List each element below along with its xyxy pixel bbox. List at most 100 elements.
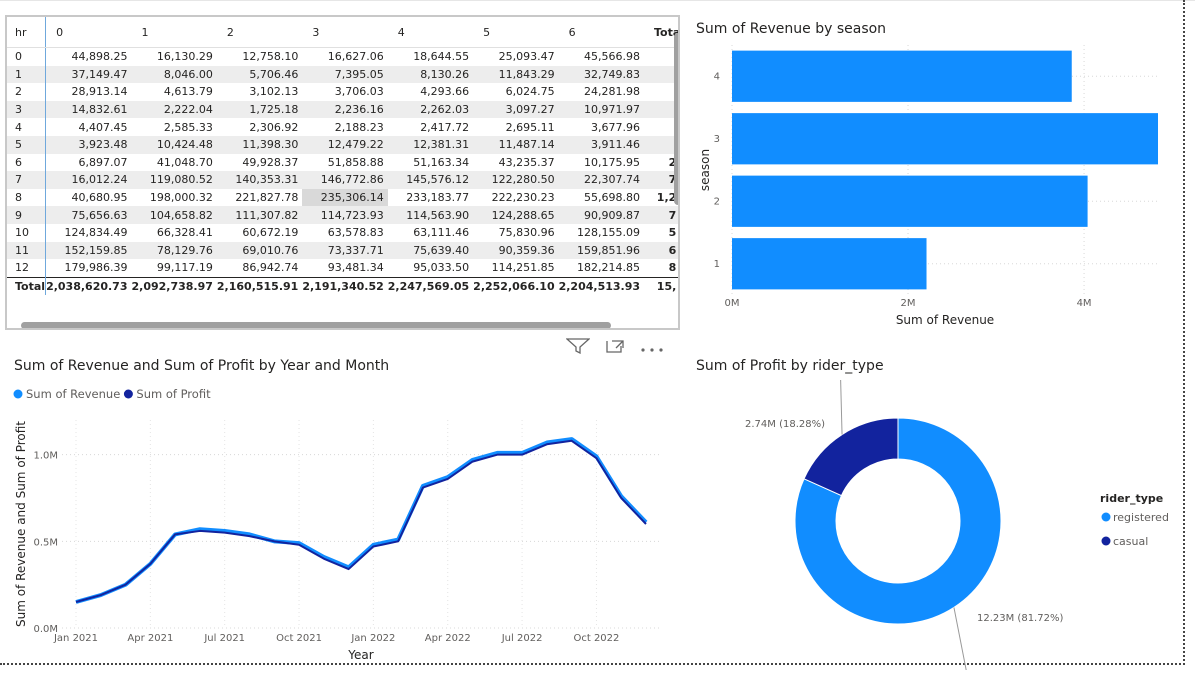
matrix-cell[interactable]: 11,487.14: [473, 135, 559, 154]
matrix-cell[interactable]: 41,048.70: [131, 154, 216, 172]
matrix-cell[interactable]: 3,097.27: [473, 100, 559, 119]
matrix-cell[interactable]: 4,613.79: [131, 83, 216, 101]
matrix-row[interactable]: 0 44,898.25 16,130.29 12,758.10 16,627.06 18,…: [7, 47, 678, 66]
matrix-cell[interactable]: 2,222.04: [131, 100, 217, 119]
matrix-cell[interactable]: 49,928.37: [217, 154, 302, 172]
matrix-cell[interactable]: 7,395.05: [302, 65, 388, 84]
matrix-cell[interactable]: 75,639.40: [387, 241, 474, 260]
matrix-cell[interactable]: 2,188.23: [302, 118, 387, 136]
matrix-cell[interactable]: 5,706.46: [216, 65, 303, 84]
matrix-cell[interactable]: 182,214.85: [559, 259, 644, 277]
line-series-profit[interactable]: [75, 439, 647, 603]
matrix-cell[interactable]: 95,033.50: [388, 259, 473, 277]
revenue-by-season-bar-chart[interactable]: 4 3 2 1 0M 2M 4M Sum of Revenue season: [690, 40, 1170, 340]
line-legend-label[interactable]: Sum of Revenue: [26, 387, 120, 401]
matrix-cell[interactable]: 51,163.34: [388, 154, 473, 172]
matrix-cell[interactable]: 44,898.25: [46, 48, 132, 66]
matrix-row[interactable]: 8 40,680.95 198,000.32 221,827.78 235,306.14…: [7, 188, 678, 207]
matrix-cell[interactable]: 86,942.74: [217, 259, 302, 277]
matrix-cell[interactable]: 3,677.96: [559, 118, 644, 136]
matrix-cell[interactable]: 32,749.83: [558, 65, 645, 84]
matrix-cell[interactable]: 90,909.87: [558, 206, 645, 224]
matrix-cell[interactable]: 45,566.98: [559, 48, 644, 66]
matrix-cell[interactable]: 122,280.50: [473, 171, 559, 189]
matrix-cell[interactable]: 63,111.46: [388, 224, 473, 242]
matrix-cell[interactable]: 146,772.86: [302, 171, 388, 189]
matrix-column-header[interactable]: 6: [558, 17, 645, 48]
matrix-row[interactable]: 3 14,832.61 2,222.04 1,725.18 2,236.16 2,262.…: [7, 100, 678, 119]
matrix-cell[interactable]: 10,424.48: [131, 135, 217, 154]
matrix-cell[interactable]: 124,834.49: [46, 224, 132, 242]
matrix-cell[interactable]: 235,306.14: [302, 188, 388, 207]
matrix-row[interactable]: 7 16,012.24 119,080.52 140,353.31 146,772.86…: [7, 171, 678, 189]
matrix-cell[interactable]: 60,672.19: [217, 224, 302, 242]
matrix-cell[interactable]: 16,012.24: [45, 171, 132, 189]
matrix-cell[interactable]: 3,911.46: [558, 135, 645, 154]
matrix-cell[interactable]: 75,830.96: [473, 224, 558, 242]
matrix-horizontal-scrollbar[interactable]: [21, 322, 611, 328]
matrix-row[interactable]: 2 28,913.14 4,613.79 3,102.13 3,706.03 4,293.…: [7, 83, 678, 101]
matrix-cell[interactable]: 114,723.93: [302, 206, 388, 224]
matrix-cell[interactable]: 75,656.63: [45, 206, 132, 224]
matrix-cell[interactable]: 93,481.34: [302, 259, 387, 277]
matrix-cell[interactable]: 3,706.03: [302, 83, 387, 101]
matrix-row[interactable]: 6 6,897.07 41,048.70 49,928.37 51,858.88 51,1…: [7, 153, 678, 172]
line-legend-label[interactable]: Sum of Profit: [136, 387, 211, 401]
matrix-cell[interactable]: 128,155.09: [559, 224, 644, 242]
matrix-cell[interactable]: 6,897.07: [46, 154, 132, 172]
matrix-cell[interactable]: 16,130.29: [131, 48, 216, 66]
matrix-cell[interactable]: 145,576.12: [387, 171, 474, 189]
matrix-cell[interactable]: 179,986.39: [46, 259, 132, 277]
matrix-cell[interactable]: 55,698.80: [559, 189, 644, 207]
matrix-cell[interactable]: 40,680.95: [46, 189, 132, 207]
focus-mode-icon[interactable]: [604, 338, 626, 358]
matrix-cell[interactable]: 18,644.55: [388, 48, 473, 66]
matrix-column-header[interactable]: 0: [45, 17, 132, 48]
matrix-cell[interactable]: 78,129.76: [131, 241, 217, 260]
matrix-row[interactable]: 1 37,149.47 8,046.00 5,706.46 7,395.05 8,130.…: [7, 65, 678, 84]
revenue-profit-line-chart[interactable]: Sum of Revenue Sum of Profit0.0M0.5M1.0MJ…: [10, 380, 670, 670]
matrix-cell[interactable]: 43,235.37: [473, 154, 558, 172]
matrix-column-header[interactable]: 1: [131, 17, 217, 48]
matrix-cell[interactable]: 114,563.90: [387, 206, 474, 224]
matrix-column-header[interactable]: 2: [216, 17, 303, 48]
matrix-cell[interactable]: 37,149.47: [45, 65, 132, 84]
matrix-cell[interactable]: 6,024.75: [473, 83, 558, 101]
matrix-cell[interactable]: 104,658.82: [131, 206, 217, 224]
matrix-cell[interactable]: 12,479.22: [302, 135, 388, 154]
matrix-cell[interactable]: 28,913.14: [46, 83, 132, 101]
matrix-cell[interactable]: 16,627.06: [302, 48, 387, 66]
matrix-cell[interactable]: 3,102.13: [217, 83, 302, 101]
matrix-cell[interactable]: 10,175.95: [559, 154, 644, 172]
filter-icon[interactable]: [565, 338, 591, 358]
matrix-cell[interactable]: 5: [644, 224, 678, 242]
matrix-cell[interactable]: 22,307.74: [558, 171, 645, 189]
matrix-cell[interactable]: 2,695.11: [473, 118, 558, 136]
matrix-cell[interactable]: 2,585.33: [131, 118, 216, 136]
matrix-cell[interactable]: 8,046.00: [131, 65, 217, 84]
matrix-cell[interactable]: 159,851.96: [558, 241, 645, 260]
matrix-row[interactable]: 11 152,159.85 78,129.76 69,010.76 73,337.71 7…: [7, 241, 678, 260]
matrix-cell[interactable]: 4,293.66: [388, 83, 473, 101]
matrix-cell[interactable]: 119,080.52: [131, 171, 217, 189]
donut-legend-label[interactable]: registered: [1113, 511, 1169, 524]
matrix-row[interactable]: 12 179,986.39 99,117.19 86,942.74 93,481.34 9…: [7, 259, 678, 278]
matrix-row[interactable]: 10 124,834.49 66,328.41 60,672.19 63,578.83 6…: [7, 223, 678, 242]
matrix-cell[interactable]: 152,159.85: [45, 241, 132, 260]
matrix-column-header[interactable]: 3: [302, 17, 388, 48]
bar-season-3[interactable]: [732, 113, 1158, 165]
matrix-cell[interactable]: 2,236.16: [302, 100, 388, 119]
matrix-cell[interactable]: 140,353.31: [216, 171, 303, 189]
revenue-matrix[interactable]: hr 0 1 2 3 4 5 6 Tota 0 44,898.25 16,130.29 12,758.…: [5, 15, 680, 330]
matrix-cell[interactable]: 1,725.18: [216, 100, 303, 119]
matrix-row[interactable]: 9 75,656.63 104,658.82 111,307.82 114,723.93…: [7, 206, 678, 224]
profit-by-rider-type-donut-chart[interactable]: 12.23M (81.72%) 2.74M (18.28%) rider_typer…: [690, 380, 1185, 670]
bar-season-2[interactable]: [732, 175, 1088, 227]
matrix-cell[interactable]: 4,407.45: [46, 118, 132, 136]
matrix-cell[interactable]: 198,000.32: [131, 189, 216, 207]
bar-season-4[interactable]: [732, 50, 1072, 102]
donut-legend-label[interactable]: casual: [1113, 535, 1148, 548]
matrix-cell[interactable]: 3,923.48: [45, 135, 132, 154]
more-options-icon[interactable]: [640, 339, 664, 358]
matrix-cell[interactable]: 6: [644, 241, 678, 260]
